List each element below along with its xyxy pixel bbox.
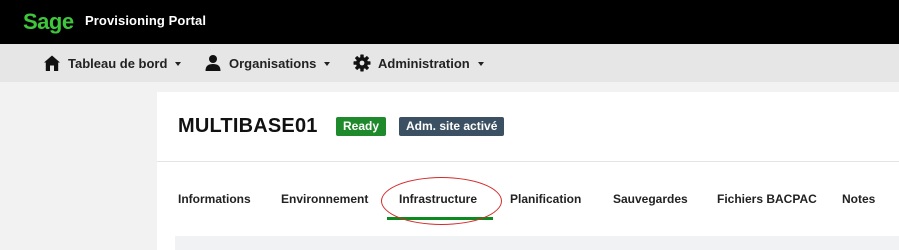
nav-item-tableau-de-bord[interactable]: Tableau de bord [43, 44, 182, 82]
nav-label: Tableau de bord [68, 55, 168, 71]
chevron-down-icon [175, 61, 182, 66]
tab-fichiers-bacpac[interactable]: Fichiers BACPAC [717, 192, 817, 222]
tab-notes[interactable]: Notes [842, 192, 875, 222]
site-header: MULTIBASE01 Ready Adm. site activé [157, 92, 899, 162]
nav-item-administration[interactable]: Administration [353, 44, 484, 82]
status-badge-ready: Ready [336, 117, 387, 136]
main-nav: Tableau de bord Organisations Administra… [0, 44, 899, 82]
tab-informations[interactable]: Informations [178, 192, 251, 222]
app-title: Provisioning Portal [85, 13, 207, 28]
tab-content-panel [175, 236, 899, 250]
tab-infrastructure[interactable]: Infrastructure [386, 192, 494, 222]
chevron-down-icon [324, 61, 331, 66]
gear-icon [353, 54, 371, 72]
nav-label: Organisations [229, 55, 317, 71]
user-icon [204, 54, 222, 72]
tab-environnement[interactable]: Environnement [281, 192, 368, 222]
nav-label: Administration [378, 55, 470, 71]
status-badge-admin-site: Adm. site activé [399, 117, 505, 136]
tab-planification[interactable]: Planification [510, 192, 581, 222]
page-title: MULTIBASE01 [178, 115, 318, 137]
tab-sauvegardes[interactable]: Sauvegardes [613, 192, 688, 222]
site-card: MULTIBASE01 Ready Adm. site activé Infor… [157, 92, 899, 250]
nav-item-organisations[interactable]: Organisations [204, 44, 331, 82]
tab-bar: Informations Environnement Infrastructur… [157, 192, 899, 222]
chevron-down-icon [477, 61, 484, 66]
sage-logo[interactable]: Sage [23, 6, 79, 38]
home-icon [43, 54, 61, 72]
top-header: Sage Provisioning Portal [0, 0, 899, 44]
svg-text:Sage: Sage [23, 9, 74, 34]
